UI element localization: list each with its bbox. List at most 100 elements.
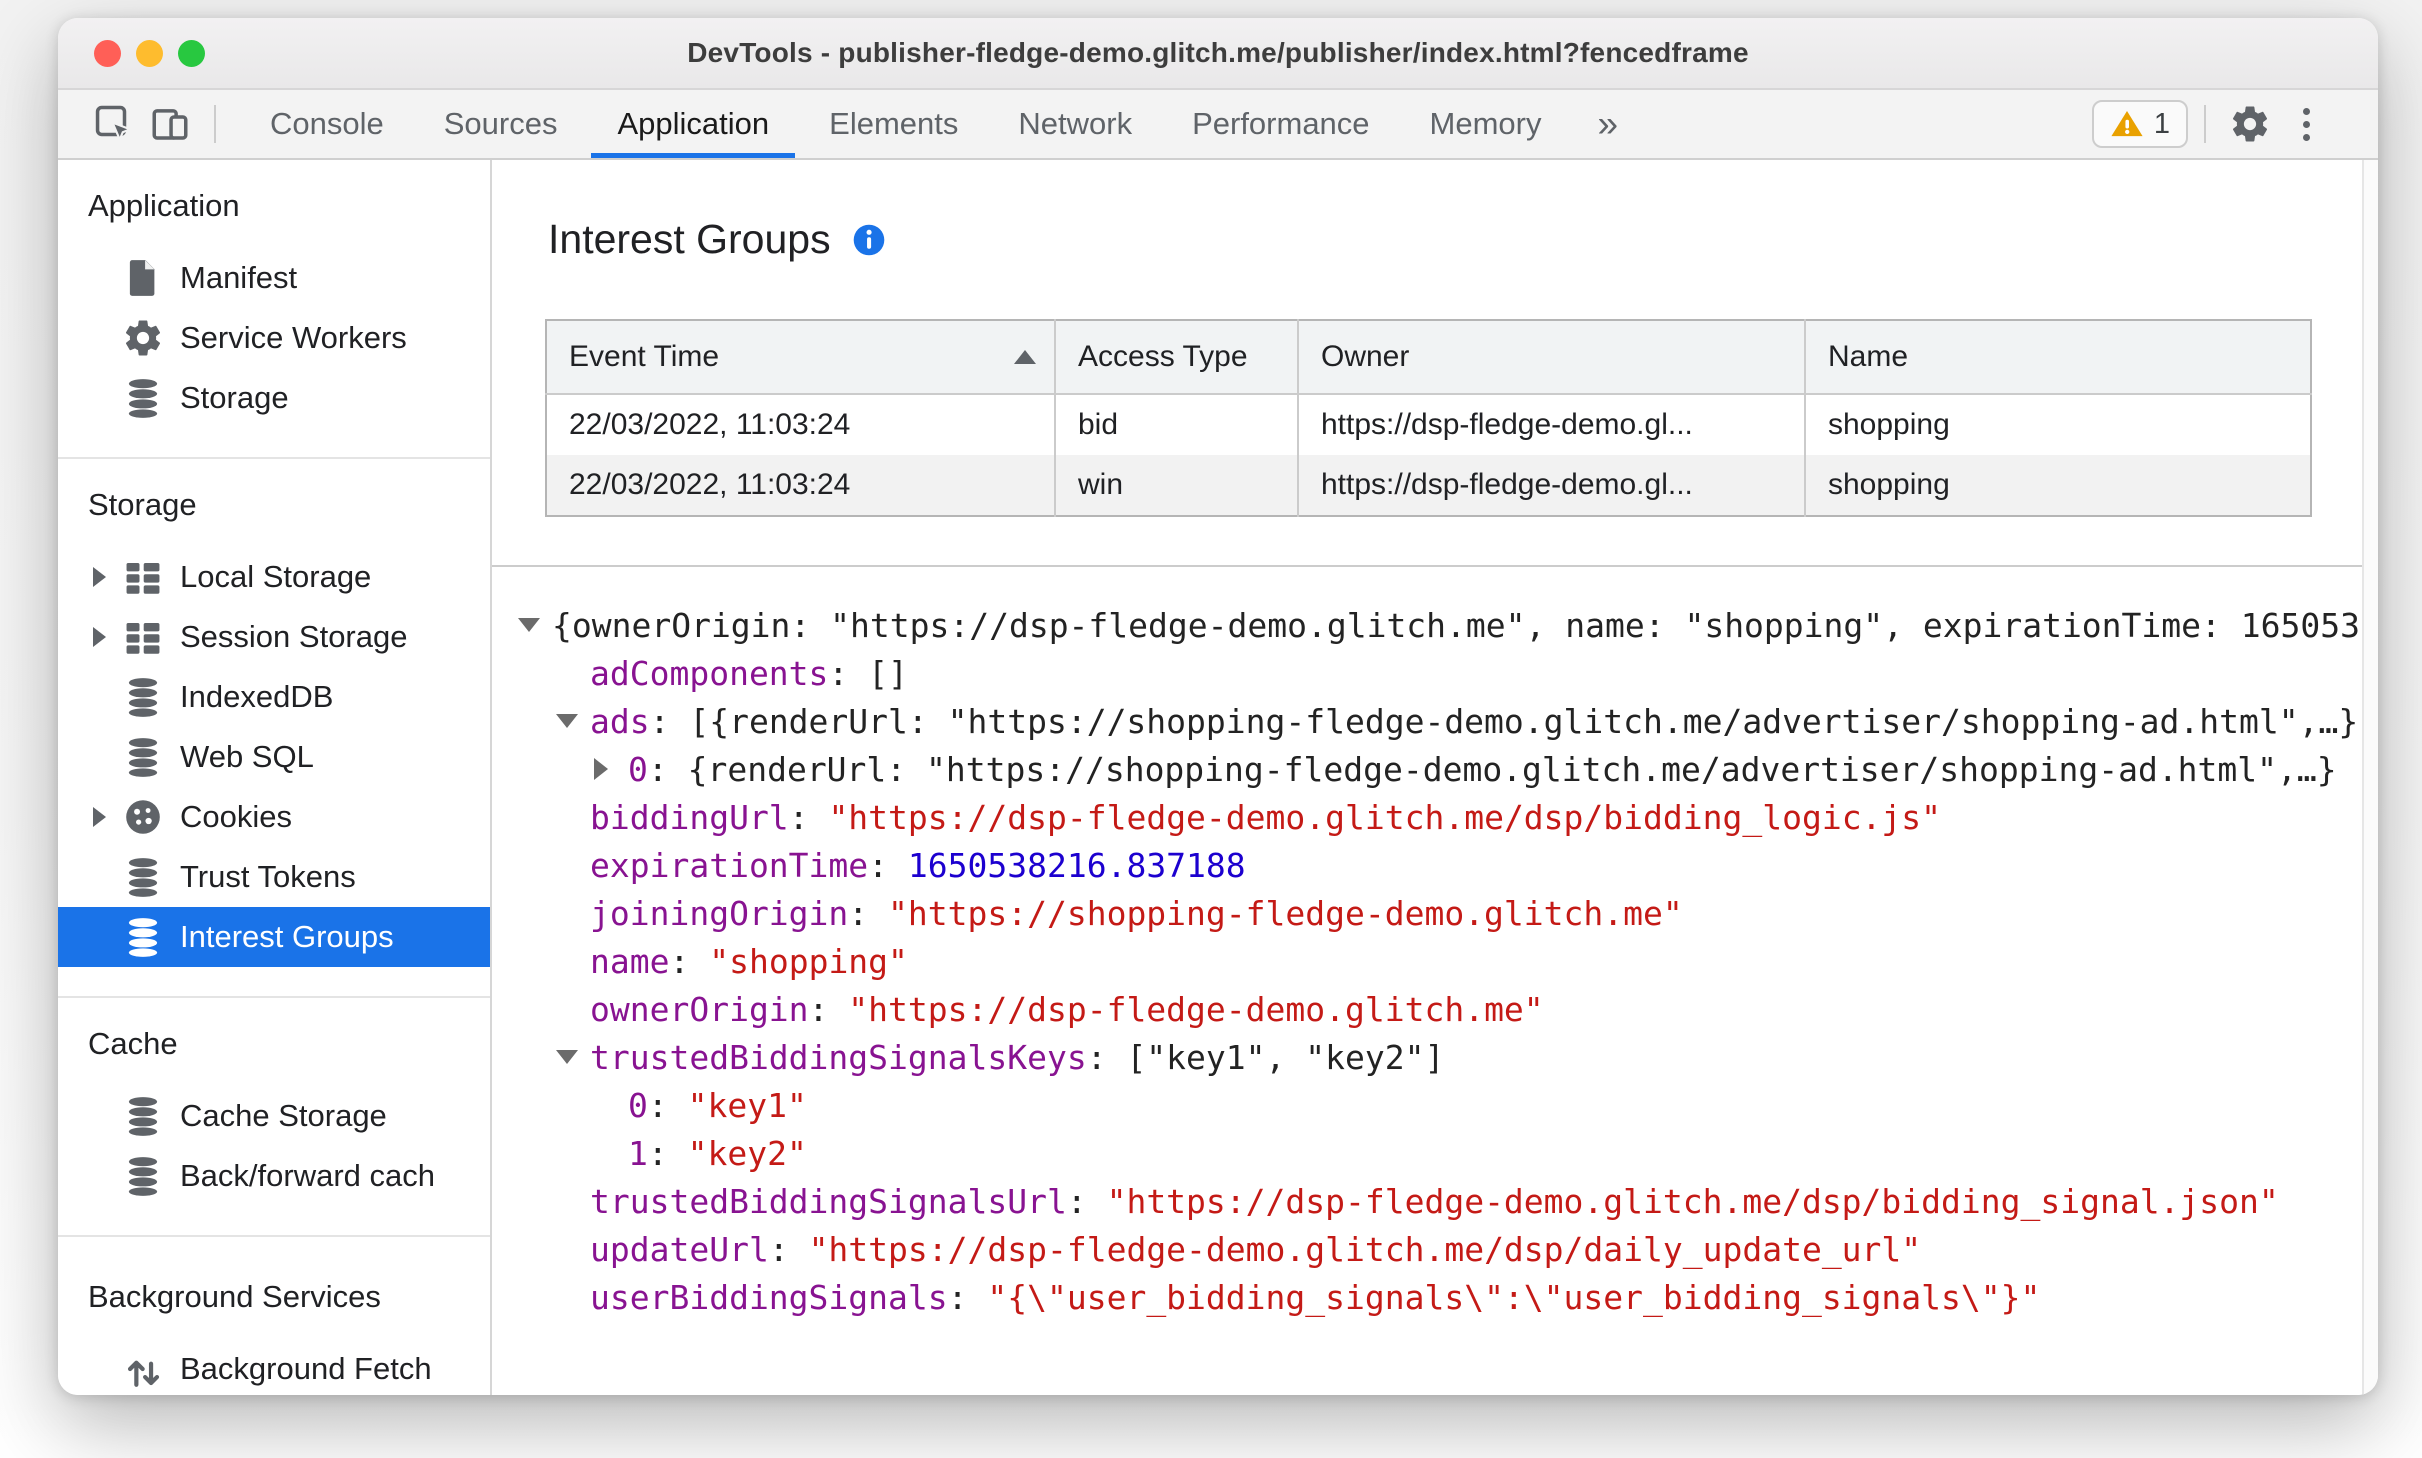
tree-line-text: 1: "key2": [628, 1134, 807, 1173]
sidebar-item-background-fetch[interactable]: Background Fetch: [58, 1339, 490, 1395]
tree-line[interactable]: 1: "key2": [492, 1129, 2378, 1177]
sidebar-item-trust-tokens[interactable]: Trust Tokens: [58, 847, 490, 907]
tree-line[interactable]: name: "shopping": [492, 937, 2378, 985]
tree-line[interactable]: 0: {renderUrl: "https://shopping-fledge-…: [492, 745, 2378, 793]
more-tabs-button[interactable]: »: [1572, 103, 1645, 145]
sidebar-section-application: Application Manifest Service Workers Storag…: [58, 160, 490, 459]
token-name: ownerOrigin: [590, 989, 809, 1029]
zoom-button[interactable]: [178, 39, 205, 67]
sidebar-item-session-storage[interactable]: Session Storage: [58, 607, 490, 667]
column-header-owner[interactable]: Owner: [1298, 320, 1806, 395]
devtools-window: DevTools - publisher-fledge-demo.glitch.…: [58, 18, 2378, 1395]
tab-network[interactable]: Network: [988, 90, 1162, 158]
sidebar-section-cache: Cache Cache Storage Back/forward cach: [58, 998, 490, 1237]
tab-console[interactable]: Console: [240, 90, 414, 158]
panel-title: Interest Groups: [548, 216, 831, 262]
tree-line-text: name: "shopping": [590, 942, 908, 981]
sidebar-section-background-services: Background Services Background Fetch: [58, 1237, 490, 1395]
table-grid-icon: [122, 556, 164, 598]
sidebar-item-interest-groups[interactable]: Interest Groups: [58, 907, 490, 967]
token-plain: :: [788, 797, 829, 837]
column-header-event-time[interactable]: Event Time: [546, 320, 1056, 395]
collapse-arrow-icon[interactable]: [518, 618, 552, 632]
token-name: updateUrl: [590, 1229, 769, 1269]
section-title-background-services: Background Services: [88, 1279, 381, 1314]
table-row[interactable]: 22/03/2022, 11:03:24 bid https://dsp-fledg…: [546, 394, 2311, 455]
document-icon: [122, 257, 164, 299]
tree-line[interactable]: updateUrl: "https://dsp-fledge-demo.glit…: [492, 1225, 2378, 1273]
sidebar-item-back-forward-cach[interactable]: Back/forward cach: [58, 1146, 490, 1206]
sidebar-item-label: IndexedDB: [180, 679, 334, 714]
column-header-access-type[interactable]: Access Type: [1055, 320, 1299, 395]
sidebar-item-cache-storage[interactable]: Cache Storage: [58, 1086, 490, 1146]
tab-sources[interactable]: Sources: [414, 90, 588, 158]
token-plain: : []: [828, 653, 908, 693]
token-name: ads: [590, 701, 650, 741]
token-name: name: [590, 941, 670, 981]
tree-line[interactable]: userBiddingSignals: "{\"user_bidding_sig…: [492, 1273, 2378, 1321]
tab-memory[interactable]: Memory: [1400, 90, 1572, 158]
sidebar-item-manifest[interactable]: Manifest: [58, 248, 490, 308]
token-plain: :: [647, 1085, 688, 1125]
table-row[interactable]: 22/03/2022, 11:03:24 win https://dsp-fledg…: [546, 455, 2311, 516]
sidebar-item-web-sql[interactable]: Web SQL: [58, 727, 490, 787]
tree-line[interactable]: ownerOrigin: "https://dsp-fledge-demo.gl…: [492, 985, 2378, 1033]
tree-line[interactable]: adComponents: []: [492, 649, 2378, 697]
sidebar-item-indexeddb[interactable]: IndexedDB: [58, 667, 490, 727]
tree-line[interactable]: trustedBiddingSignalsKeys: ["key1", "key…: [492, 1033, 2378, 1081]
tree-line-text: ownerOrigin: "https://dsp-fledge-demo.gl…: [590, 990, 1544, 1029]
tree-line[interactable]: 0: "key1": [492, 1081, 2378, 1129]
column-header-name[interactable]: Name: [1805, 320, 2311, 395]
sidebar-item-label: Storage: [180, 380, 289, 415]
sidebar-item-storage[interactable]: Storage: [58, 368, 490, 428]
close-button[interactable]: [94, 39, 121, 67]
triangle-down-icon: [518, 618, 540, 632]
tree-line[interactable]: ads: [{renderUrl: "https://shopping-fled…: [492, 697, 2378, 745]
tree-line-text: 0: "key1": [628, 1086, 807, 1125]
tree-line[interactable]: expirationTime: 1650538216.837188: [492, 841, 2378, 889]
expand-arrow-icon[interactable]: [58, 807, 122, 827]
collapse-arrow-icon[interactable]: [556, 714, 590, 728]
tree-line[interactable]: joiningOrigin: "https://shopping-fledge-…: [492, 889, 2378, 937]
tree-line[interactable]: {ownerOrigin: "https://dsp-fledge-demo.g…: [492, 601, 2378, 649]
token-plain: :: [1066, 1181, 1107, 1221]
expand-arrow-icon[interactable]: [594, 758, 628, 780]
column-header-content: Name: [1828, 340, 2292, 374]
more-options-icon[interactable]: [2278, 96, 2334, 152]
token-string: "https://shopping-fledge-demo.glitch.me": [888, 893, 1683, 933]
events-table-header: Event Time Access Type Owner Name: [546, 320, 2311, 395]
tree-line-text: ads: [{renderUrl: "https://shopping-fled…: [590, 702, 2378, 741]
expand-arrow-icon[interactable]: [58, 567, 122, 587]
tab-application[interactable]: Application: [587, 90, 799, 158]
sidebar-item-cookies[interactable]: Cookies: [58, 787, 490, 847]
info-icon[interactable]: [851, 222, 887, 258]
token-string: "key1": [687, 1085, 807, 1125]
devtools-tabs: Console Sources Application Elements Network…: [240, 90, 1572, 158]
tab-elements[interactable]: Elements: [799, 90, 988, 158]
inspect-icon[interactable]: [86, 96, 142, 152]
device-toolbar-icon[interactable]: [142, 96, 198, 152]
section-title-cache: Cache: [88, 1026, 178, 1061]
warning-badge[interactable]: 1: [2091, 100, 2188, 148]
sidebar-item-service-workers[interactable]: Service Workers: [58, 308, 490, 368]
tab-performance[interactable]: Performance: [1162, 90, 1399, 158]
column-header-label: Event Time: [569, 340, 720, 373]
triangle-down-icon: [556, 1050, 578, 1064]
token-plain: : ["key1", "key2"]: [1086, 1037, 1445, 1077]
minimize-button[interactable]: [136, 39, 163, 67]
settings-gear-icon[interactable]: [2222, 96, 2278, 152]
tree-line[interactable]: trustedBiddingSignalsUrl: "https://dsp-f…: [492, 1177, 2378, 1225]
token-name: expirationTime: [590, 845, 869, 885]
table-cell: shopping: [1828, 408, 1950, 441]
tree-line[interactable]: biddingUrl: "https://dsp-fledge-demo.gli…: [492, 793, 2378, 841]
scrollbar-track[interactable]: [2362, 160, 2378, 1395]
collapse-arrow-icon[interactable]: [556, 1050, 590, 1064]
database-icon: [122, 856, 164, 898]
expand-arrow-icon[interactable]: [58, 627, 122, 647]
column-header-content: Access Type: [1078, 340, 1279, 374]
token-plain: :: [848, 893, 889, 933]
interest-groups-panel: Interest Groups Event Time Access Type Own…: [492, 160, 2378, 1395]
sidebar-item-local-storage[interactable]: Local Storage: [58, 547, 490, 607]
token-string: "https://dsp-fledge-demo.glitch.me": [848, 989, 1544, 1029]
sidebar-section-storage: Storage Local Storage Session Storage Index…: [58, 459, 490, 998]
